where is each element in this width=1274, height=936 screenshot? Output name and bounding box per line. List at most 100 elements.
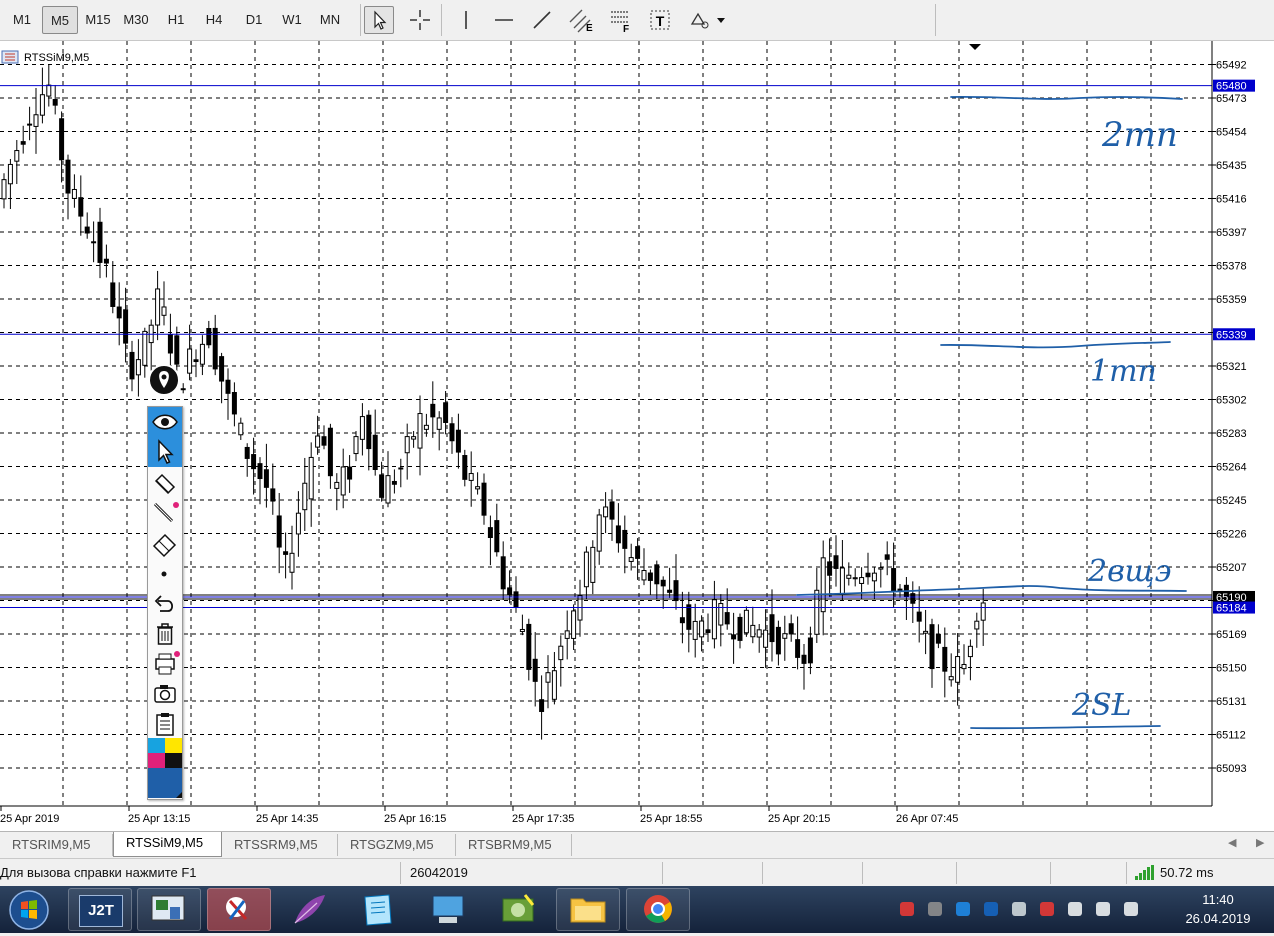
text-label-icon[interactable]: T — [645, 6, 675, 34]
candle-body — [199, 343, 205, 365]
tab-scroll-left-icon[interactable]: ◀ — [1228, 836, 1236, 849]
security-shield-icon[interactable] — [953, 899, 973, 919]
chart-area[interactable]: 2тп 1тп 2вщэ 2SL 65492 65473 65454 65435 65416 6… — [0, 41, 1274, 831]
ink-underline[interactable] — [940, 341, 1171, 349]
crosshair-icon[interactable] — [405, 6, 435, 34]
device-icon[interactable] — [981, 899, 1001, 919]
candle-body — [705, 629, 711, 634]
candle-body — [846, 574, 852, 579]
time-axis-label: 25 Apr 20:15 — [768, 813, 830, 825]
level-price-tag-label: 65480 — [1216, 81, 1247, 93]
network-icon[interactable] — [1009, 899, 1029, 919]
money-app[interactable] — [486, 888, 550, 931]
trash-icon[interactable] — [148, 619, 182, 649]
vertical-line-icon[interactable] — [451, 6, 481, 34]
tab-rtssim9[interactable]: RTSSiM9,M5 — [113, 832, 222, 857]
candle-body — [935, 633, 941, 644]
ink-annotation[interactable]: 1тп — [1090, 354, 1157, 389]
tab-rtssrm9[interactable]: RTSSRM9,M5 — [222, 834, 338, 856]
candle-body — [238, 422, 244, 436]
dot-icon[interactable] — [148, 559, 182, 589]
j2t-app[interactable]: J2T — [68, 888, 132, 931]
candle-body — [187, 348, 193, 374]
feather-app[interactable] — [276, 888, 340, 931]
clipboard-icon[interactable] — [148, 709, 182, 739]
tab-scroll-right-icon[interactable]: ▶ — [1256, 836, 1264, 849]
network-mouse-icon[interactable] — [925, 899, 945, 919]
equidistant-channel-icon[interactable]: E — [565, 6, 595, 34]
candle-body — [647, 572, 653, 581]
color-palette-icon[interactable] — [148, 738, 182, 798]
toolbar-separator — [935, 4, 936, 36]
ink-underline[interactable] — [950, 95, 1183, 100]
pen-tool-marker-icon[interactable] — [147, 363, 181, 397]
tab-rtsrim9[interactable]: RTSRIM9,M5 — [0, 834, 113, 856]
price-chart[interactable]: 2тп 1тп 2вщэ 2SL 65492 65473 65454 65435 65416 6… — [0, 41, 1274, 831]
candle-body — [827, 561, 833, 576]
status-help-text: Для вызова справки нажмите F1 — [0, 865, 197, 880]
highlighter-icon[interactable] — [148, 469, 182, 499]
folder-app[interactable] — [556, 888, 620, 931]
candle-body — [916, 611, 922, 622]
candle-body — [174, 335, 180, 365]
display-icon[interactable] — [1093, 899, 1113, 919]
candle-body — [334, 481, 340, 489]
timeframe-m30-button[interactable]: M30 — [118, 6, 154, 34]
price-axis-label: 65131 — [1216, 696, 1247, 708]
timeframe-mn-button[interactable]: MN — [312, 6, 348, 34]
timeframe-m5-button[interactable]: M5 — [42, 6, 78, 34]
tab-rtsbrm9[interactable]: RTSBRM9,M5 — [456, 834, 572, 856]
timeframe-d1-button[interactable]: D1 — [236, 6, 272, 34]
eraser-icon[interactable] — [148, 529, 182, 559]
undo-icon[interactable] — [148, 589, 182, 619]
camera-icon[interactable] — [148, 679, 182, 709]
price-axis-label: 65359 — [1216, 294, 1247, 306]
ink-underline[interactable] — [970, 725, 1161, 730]
ink-annotation[interactable]: 2SL — [1071, 688, 1132, 723]
system-monitor-app[interactable] — [137, 888, 201, 931]
candle-body — [974, 620, 980, 630]
cursor-arrow-icon[interactable] — [364, 6, 394, 34]
start-orb[interactable] — [6, 888, 52, 931]
trendline-icon[interactable] — [527, 6, 557, 34]
candle-body — [487, 527, 493, 538]
shapes-menu-icon[interactable] — [686, 6, 730, 34]
candle-body — [532, 658, 538, 682]
antivirus-icon[interactable] — [897, 899, 917, 919]
ink-annotation[interactable]: 2вщэ — [1087, 554, 1171, 589]
timeframe-w1-button[interactable]: W1 — [274, 6, 310, 34]
timeframe-h1-button[interactable]: H1 — [158, 6, 194, 34]
print-icon[interactable] — [148, 649, 182, 679]
tab-rtsgzm9[interactable]: RTSGZM9,M5 — [338, 834, 456, 856]
connection-signal-icon[interactable] — [1134, 865, 1156, 884]
chart-shift-marker-icon[interactable] — [969, 44, 981, 50]
pointer-icon[interactable] — [148, 437, 182, 467]
computer-app[interactable] — [416, 888, 480, 931]
candle-body — [225, 379, 231, 394]
candle-body — [455, 429, 461, 453]
timeframe-h4-button[interactable]: H4 — [196, 6, 232, 34]
eye-icon[interactable] — [148, 407, 182, 437]
notebook-app[interactable] — [346, 888, 410, 931]
ink-annotation[interactable]: 2тп — [1101, 115, 1178, 155]
text-label-letter: T — [656, 13, 665, 29]
pen-icon[interactable] — [148, 499, 182, 529]
candle-body — [315, 435, 321, 448]
price-axis-label: 65302 — [1216, 395, 1247, 407]
timeframe-m15-button[interactable]: M15 — [80, 6, 116, 34]
candle-body — [449, 423, 455, 442]
chrome-app[interactable] — [626, 888, 690, 931]
candle-body — [884, 554, 890, 560]
system-icon[interactable] — [1037, 899, 1057, 919]
paint-app[interactable] — [207, 888, 271, 931]
fibonacci-icon[interactable]: F — [605, 6, 635, 35]
taskbar-clock[interactable]: 11:40 26.04.2019 — [1168, 890, 1268, 928]
volume-icon[interactable] — [1121, 899, 1141, 919]
candle-body — [775, 626, 781, 655]
candle-body — [97, 221, 103, 263]
timeframe-m1-button[interactable]: M1 — [4, 6, 40, 34]
candle-body — [833, 555, 839, 569]
toolbar-separator — [441, 4, 442, 36]
horizontal-line-icon[interactable] — [489, 6, 519, 34]
flag-icon[interactable] — [1065, 899, 1085, 919]
